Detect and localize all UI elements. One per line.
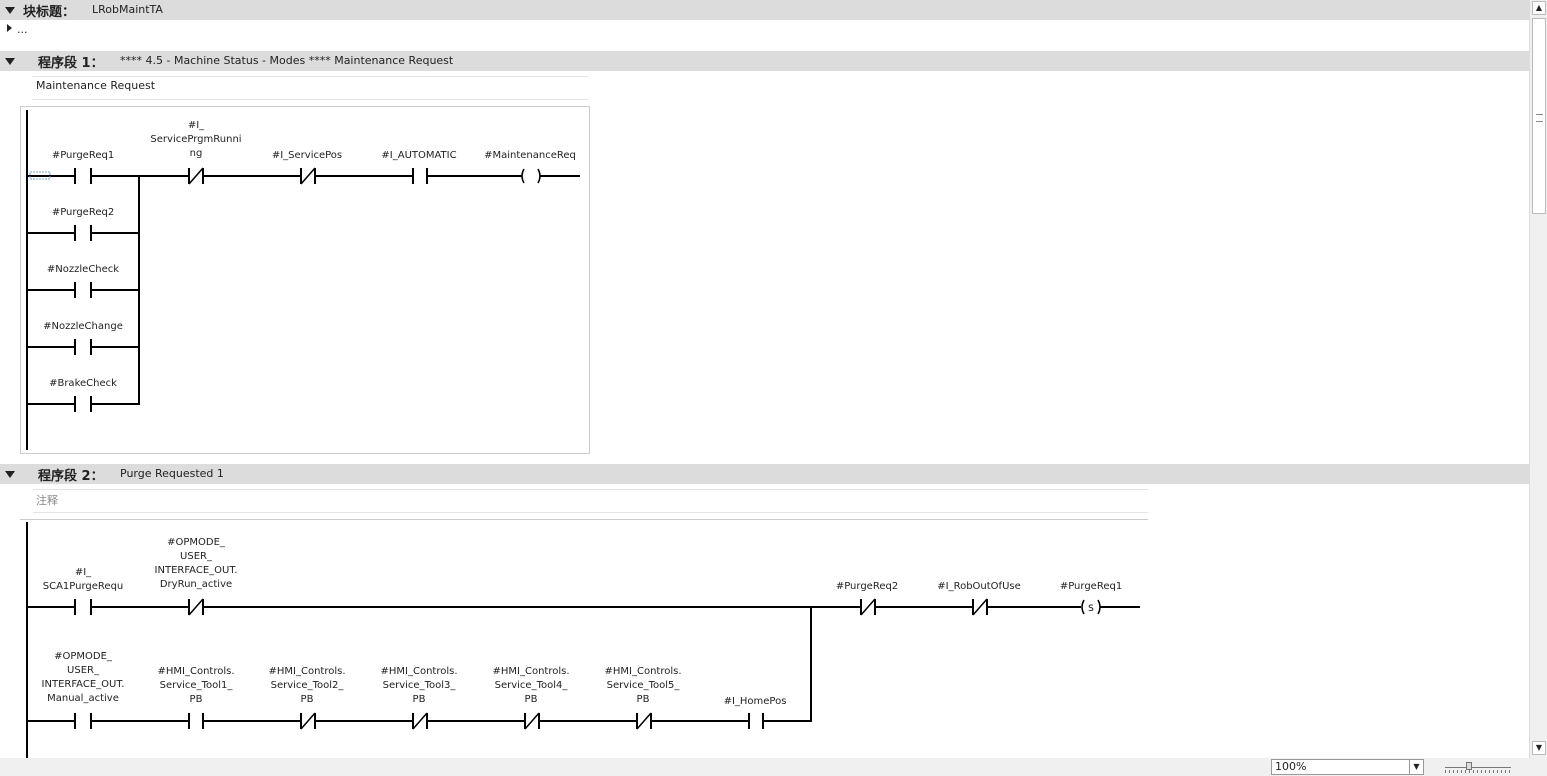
- contact-label[interactable]: #HMI_Controls. Service_Tool1_ PB: [157, 665, 234, 707]
- contact-label[interactable]: #PurgeReq2: [836, 580, 898, 594]
- contact-label[interactable]: #I_ ServicePrgmRunni ng: [150, 119, 241, 161]
- zoom-slider-track: [1445, 767, 1511, 768]
- contact-label[interactable]: #HMI_Controls. Service_Tool5_ PB: [604, 665, 681, 707]
- contact-label[interactable]: #HMI_Controls. Service_Tool4_ PB: [492, 665, 569, 707]
- contact-label[interactable]: #HMI_Controls. Service_Tool2_ PB: [268, 665, 345, 707]
- zoom-slider-ticks: [1445, 770, 1511, 773]
- coil-label[interactable]: #PurgeReq1: [1060, 580, 1122, 594]
- grip-icon: [1536, 114, 1543, 122]
- contact-label[interactable]: #I_HomePos: [724, 695, 787, 709]
- contact-label[interactable]: #PurgeReq1: [52, 149, 114, 163]
- chevron-down-icon[interactable]: ▼: [1409, 760, 1423, 774]
- contact-label[interactable]: #PurgeReq2: [52, 206, 114, 220]
- zoom-value: 100%: [1275, 760, 1307, 773]
- contact-label[interactable]: #HMI_Controls. Service_Tool3_ PB: [380, 665, 457, 707]
- ladder-diagram: S: [26, 110, 1140, 758]
- vertical-scrollbar[interactable]: ▲ ▼: [1529, 0, 1547, 758]
- contact-label[interactable]: #NozzleChange: [43, 320, 123, 334]
- zoom-slider-handle[interactable]: [1466, 762, 1472, 770]
- contact-label[interactable]: #NozzleCheck: [47, 263, 119, 277]
- scroll-up-button[interactable]: ▲: [1532, 1, 1546, 15]
- contact-label[interactable]: #I_RobOutOfUse: [937, 580, 1021, 594]
- contact-label[interactable]: #OPMODE_ USER_ INTERFACE_OUT. Manual_act…: [42, 650, 125, 706]
- contact-label[interactable]: #OPMODE_ USER_ INTERFACE_OUT. DryRun_act…: [155, 536, 238, 592]
- scroll-down-button[interactable]: ▼: [1532, 741, 1546, 755]
- contact-label[interactable]: #BrakeCheck: [49, 377, 117, 391]
- svg-text:S: S: [1088, 604, 1094, 614]
- contact-label[interactable]: #I_ SCA1PurgeRequ: [43, 566, 124, 594]
- contact-label[interactable]: #I_AUTOMATIC: [381, 149, 456, 163]
- scrollbar-thumb[interactable]: [1532, 18, 1546, 214]
- contact-label[interactable]: #I_ServicePos: [272, 149, 342, 163]
- coil-label[interactable]: #MaintenanceReq: [484, 149, 576, 163]
- zoom-slider[interactable]: [1445, 762, 1511, 774]
- zoom-select[interactable]: 100% ▼: [1271, 759, 1424, 775]
- status-bar: 100% ▼: [0, 758, 1547, 776]
